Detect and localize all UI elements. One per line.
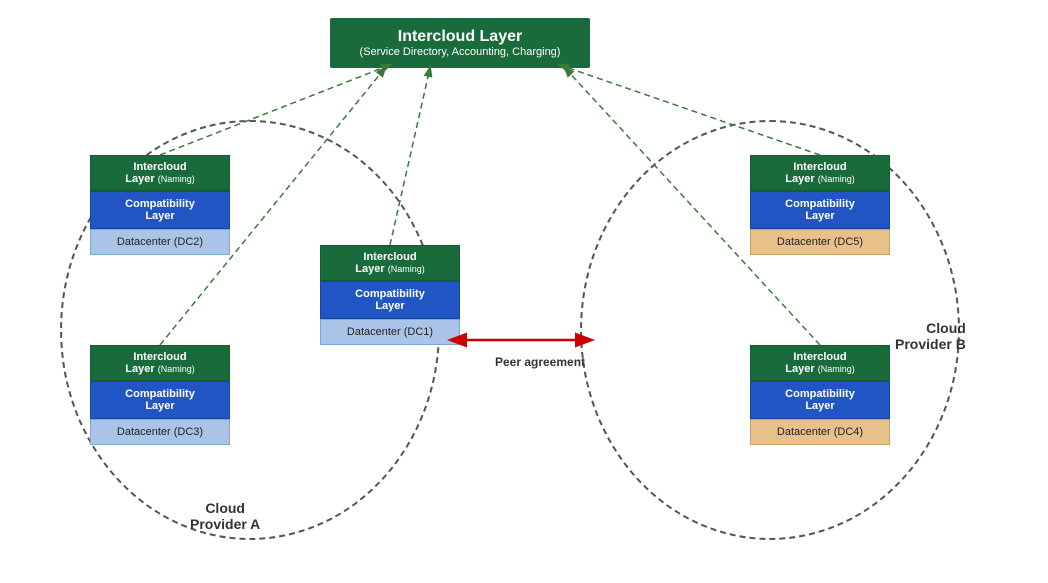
dc2-intercloud-layer: IntercloudLayer (Naming) <box>90 155 230 191</box>
dc3-naming: (Naming) <box>158 364 195 374</box>
dc4-compat-layer: CompatibilityLayer <box>750 381 890 419</box>
dc5-naming: (Naming) <box>818 174 855 184</box>
dc4-dc-layer: Datacenter (DC4) <box>750 419 890 445</box>
peer-agreement-label: Peer agreement <box>490 355 590 369</box>
dc4-stack: IntercloudLayer (Naming) CompatibilityLa… <box>750 345 890 445</box>
top-intercloud-box: Intercloud Layer (Service Directory, Acc… <box>330 18 590 68</box>
dc3-stack: IntercloudLayer (Naming) CompatibilityLa… <box>90 345 230 445</box>
diagram: Intercloud Layer (Service Directory, Acc… <box>0 0 1048 583</box>
dc1-intercloud-layer: IntercloudLayer (Naming) <box>320 245 460 281</box>
dc5-compat-layer: CompatibilityLayer <box>750 191 890 229</box>
dc3-dc-layer: Datacenter (DC3) <box>90 419 230 445</box>
dc5-dc-layer: Datacenter (DC5) <box>750 229 890 255</box>
dc2-compat-layer: CompatibilityLayer <box>90 191 230 229</box>
dc2-naming: (Naming) <box>158 174 195 184</box>
dc1-compat-layer: CompatibilityLayer <box>320 281 460 319</box>
top-intercloud-subtitle: (Service Directory, Accounting, Charging… <box>342 46 578 58</box>
dc3-intercloud-layer: IntercloudLayer (Naming) <box>90 345 230 381</box>
cloud-a-label: CloudProvider A <box>190 500 260 532</box>
dc4-naming: (Naming) <box>818 364 855 374</box>
dc5-stack: IntercloudLayer (Naming) CompatibilityLa… <box>750 155 890 255</box>
cloud-b-label: CloudProvider B <box>895 320 966 352</box>
dc2-stack: IntercloudLayer (Naming) CompatibilityLa… <box>90 155 230 255</box>
dc5-intercloud-layer: IntercloudLayer (Naming) <box>750 155 890 191</box>
top-intercloud-title: Intercloud Layer <box>342 28 578 46</box>
dc1-dc-layer: Datacenter (DC1) <box>320 319 460 345</box>
dc1-naming: (Naming) <box>388 264 425 274</box>
dc4-intercloud-layer: IntercloudLayer (Naming) <box>750 345 890 381</box>
dc2-dc-layer: Datacenter (DC2) <box>90 229 230 255</box>
dc3-compat-layer: CompatibilityLayer <box>90 381 230 419</box>
dc1-stack: IntercloudLayer (Naming) CompatibilityLa… <box>320 245 460 345</box>
